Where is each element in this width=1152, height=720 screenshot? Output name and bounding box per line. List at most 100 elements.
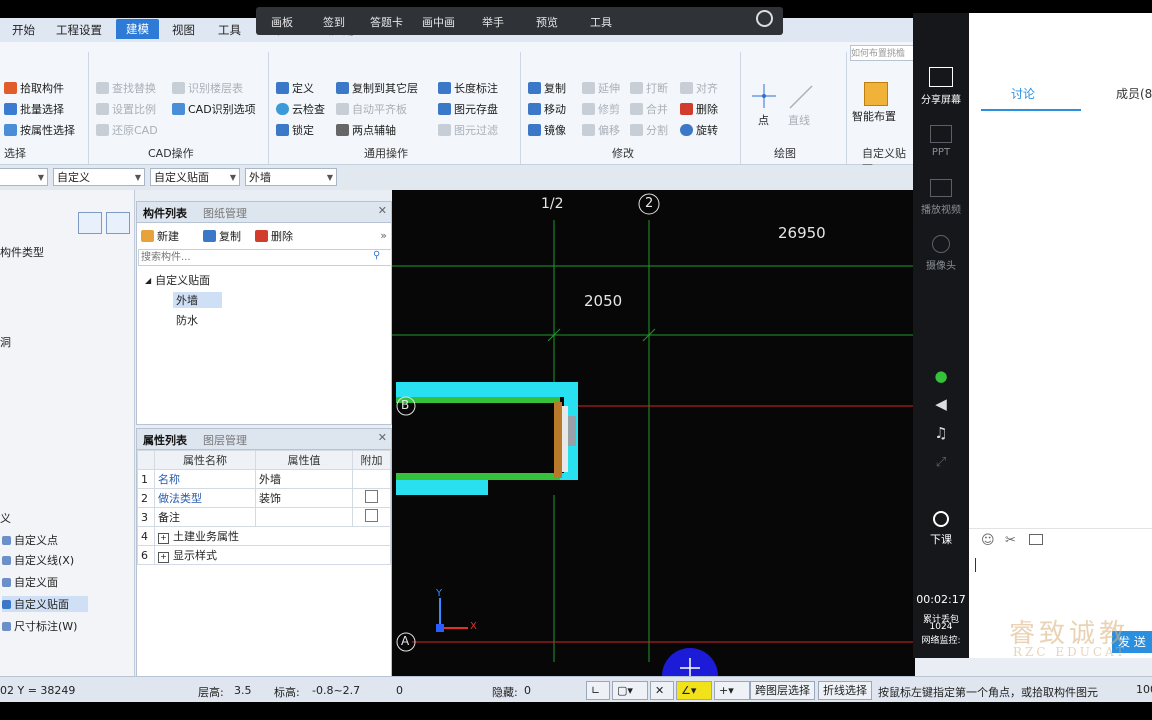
tools-button[interactable]: 工具 (590, 14, 612, 30)
save-elements-button[interactable]: 图元存盘 (438, 101, 498, 117)
tab-property-list[interactable]: 属性列表 (143, 432, 187, 448)
list-view-icon[interactable] (78, 212, 102, 234)
table-row[interactable]: 1 名称 外墙 (137, 469, 391, 489)
smart-layout-button[interactable]: 智能布置 (852, 78, 908, 128)
raise-hand-button[interactable]: 举手 (482, 14, 504, 30)
draw-line-button[interactable]: 直线 (786, 82, 816, 127)
pick-component-button[interactable]: 拾取构件 (4, 80, 64, 96)
set-scale-button[interactable]: 设置比例 (96, 101, 156, 117)
cloud-check-button[interactable]: 云检查 (276, 101, 325, 117)
nav-section-custom[interactable]: 义 (0, 510, 11, 526)
tab-component-list[interactable]: 构件列表 (143, 205, 187, 221)
fullscreen-icon[interactable]: ⤢ (913, 455, 969, 470)
expand-icon[interactable]: + (158, 552, 169, 563)
offset-button[interactable]: 偏移 (582, 122, 620, 138)
tree-item-waterproof[interactable]: 防水 (176, 312, 198, 328)
identify-floor-table-button[interactable]: 识别楼层表 (172, 80, 243, 96)
table-row[interactable]: 4 + 土建业务属性 (137, 526, 391, 546)
power-icon[interactable] (756, 10, 773, 27)
move-button[interactable]: 移动 (528, 101, 566, 117)
chat-input-caret[interactable] (975, 558, 976, 572)
menu-tools[interactable]: 工具 (218, 22, 241, 38)
expand-icon[interactable]: + (158, 533, 169, 544)
break-button[interactable]: 打断 (630, 80, 668, 96)
answer-card-button[interactable]: 答题卡 (370, 14, 403, 30)
cad-options-button[interactable]: CAD识别选项 (172, 101, 256, 117)
grid-view-icon[interactable] (106, 212, 130, 234)
ppt-button[interactable]: PPT (913, 125, 969, 158)
menu-start[interactable]: 开始 (12, 22, 35, 38)
music-icon[interactable]: ♫ (913, 424, 969, 442)
component-combo[interactable]: 外墙 ▼ (245, 168, 337, 186)
help-search-input[interactable]: 如何布置挑檐 (850, 45, 914, 61)
table-row[interactable]: 2 做法类型 装饰 (137, 488, 391, 508)
search-icon[interactable]: ⚲ (373, 250, 380, 261)
delete-button[interactable]: 删除 (680, 101, 718, 117)
merge-button[interactable]: 合并 (630, 101, 668, 117)
nav-item-custom-line[interactable]: 自定义线(X) (2, 552, 74, 568)
image-icon[interactable] (1029, 534, 1043, 545)
two-point-axis-button[interactable]: 两点辅轴 (336, 122, 396, 138)
nav-item-custom-face[interactable]: 自定义面 (2, 574, 58, 590)
table-row[interactable]: 3 备注 (137, 507, 391, 527)
cross-layer-select-button[interactable]: 跨图层选择 (750, 681, 815, 700)
attach-checkbox[interactable] (365, 509, 378, 522)
cad-drawing-canvas[interactable]: 1/2 2 B A 26950 2050 Y X (392, 190, 915, 676)
tab-drawing-management[interactable]: 图纸管理 (203, 205, 247, 221)
copy-to-other-floor-button[interactable]: 复制到其它层 (336, 80, 418, 96)
define-button[interactable]: 定义 (276, 80, 314, 96)
snap-toggle[interactable]: ▢▾ (612, 681, 648, 700)
speaker-icon[interactable]: ◀ (913, 395, 969, 413)
restore-cad-button[interactable]: 还原CAD (96, 122, 158, 138)
microphone-icon[interactable]: ● (913, 367, 969, 385)
picture-in-picture-button[interactable]: 画中画 (422, 14, 455, 30)
length-dimension-button[interactable]: 长度标注 (438, 80, 498, 96)
share-screen-button[interactable]: 分享屏幕 (913, 67, 969, 106)
polyline-select-button[interactable]: 折线选择 (818, 681, 872, 700)
camera-button[interactable]: 摄像头 (913, 235, 969, 272)
menu-project-settings[interactable]: 工程设置 (56, 22, 102, 38)
property-value[interactable]: 外墙 (255, 469, 353, 489)
auto-align-slab-button[interactable]: 自动平齐板 (336, 101, 407, 117)
whiteboard-button[interactable]: 画板 (271, 14, 293, 30)
end-class-button[interactable]: 下课 (913, 511, 969, 547)
copy-component-button[interactable]: 复制 (203, 228, 241, 244)
sign-in-button[interactable]: 签到 (323, 14, 345, 30)
batch-select-button[interactable]: 批量选择 (4, 101, 64, 117)
close-icon[interactable]: ✕ (378, 431, 387, 444)
preview-button[interactable]: 预览 (536, 14, 558, 30)
floor-combo[interactable]: ▼ (0, 168, 48, 186)
expand-toolbar-icon[interactable]: » (380, 229, 387, 242)
intersect-toggle[interactable]: ✕ (650, 681, 674, 700)
attach-checkbox[interactable] (365, 490, 378, 503)
category-combo[interactable]: 自定义 ▼ (53, 168, 145, 186)
nav-item-custom-point[interactable]: 自定义点 (2, 532, 58, 548)
tab-members[interactable]: 成员(8 (1116, 85, 1152, 102)
tab-discussion[interactable]: 讨论 (1011, 85, 1035, 102)
tree-item-outer-wall[interactable]: 外墙 (173, 292, 222, 308)
scissors-icon[interactable]: ✂ (1005, 533, 1016, 548)
play-video-button[interactable]: 播放视频 (913, 179, 969, 216)
nav-item-custom-cladding[interactable]: 自定义贴面 (2, 596, 88, 612)
component-search-input[interactable] (138, 249, 392, 266)
new-component-button[interactable]: 新建 (141, 228, 179, 244)
type-combo[interactable]: 自定义贴面 ▼ (150, 168, 240, 186)
rotate-button[interactable]: 旋转 (680, 122, 718, 138)
emoji-icon[interactable]: ☺ (981, 533, 995, 548)
align-button[interactable]: 对齐 (680, 80, 718, 96)
trim-button[interactable]: 修剪 (582, 101, 620, 117)
delete-component-button[interactable]: 删除 (255, 228, 293, 244)
offset-toggle[interactable]: +▾ (714, 681, 750, 700)
ortho-toggle[interactable]: ∟ (586, 681, 610, 700)
nav-section-opening[interactable]: 洞 (0, 334, 11, 350)
extend-button[interactable]: 延伸 (582, 80, 620, 96)
table-row[interactable]: 6 + 显示样式 (137, 545, 391, 565)
draw-point-button[interactable]: 点 (750, 82, 778, 127)
angle-snap-toggle[interactable]: ∠▾ (676, 681, 712, 700)
copy-button[interactable]: 复制 (528, 80, 566, 96)
split-button[interactable]: 分割 (630, 122, 668, 138)
mirror-button[interactable]: 镜像 (528, 122, 566, 138)
close-icon[interactable]: ✕ (378, 204, 387, 217)
select-by-property-button[interactable]: 按属性选择 (4, 122, 75, 138)
nav-item-dimension[interactable]: 尺寸标注(W) (2, 618, 77, 634)
